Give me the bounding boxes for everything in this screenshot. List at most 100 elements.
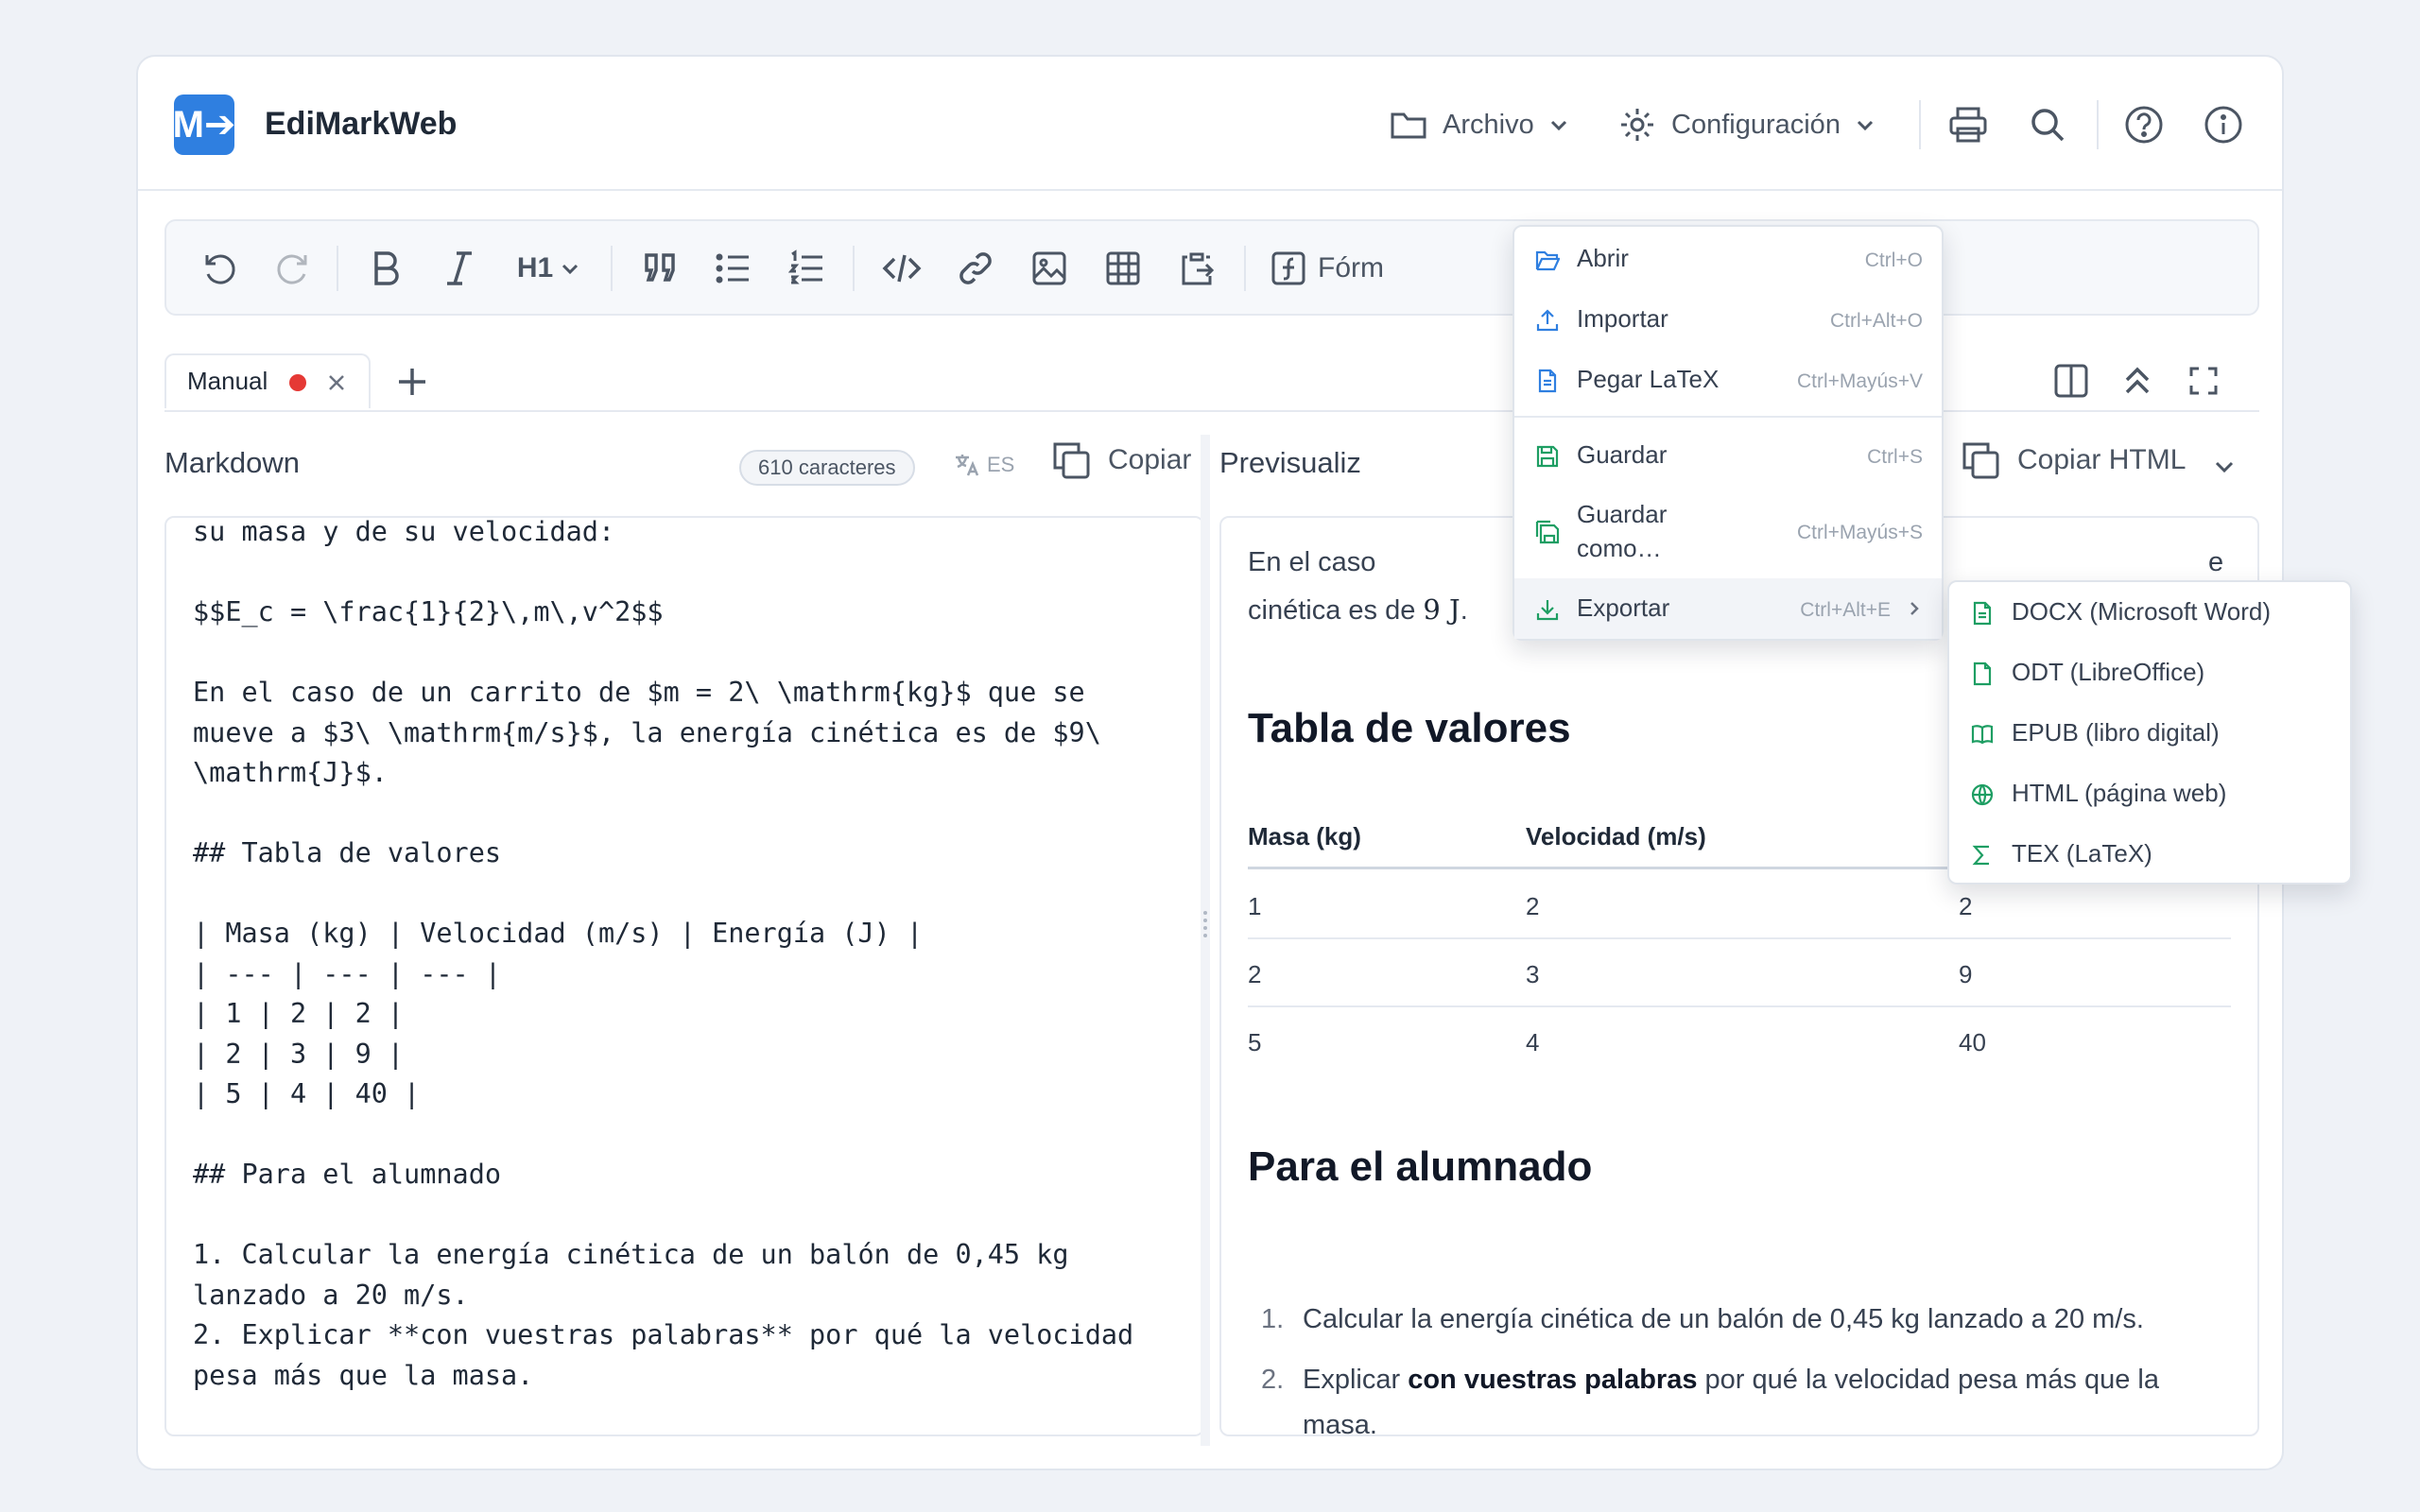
folder-open-icon bbox=[1535, 250, 1560, 271]
export-option-label: ODT (LibreOffice) bbox=[2012, 658, 2205, 686]
table-cell: 2 bbox=[1959, 892, 1973, 920]
language-toggle[interactable]: ES bbox=[953, 452, 1014, 478]
table-button[interactable] bbox=[1098, 244, 1148, 293]
configuracion-menu-button[interactable]: Configuración bbox=[1618, 98, 1875, 151]
menu-item-guardar-como[interactable]: Guardar como… Ctrl+Mayús+S bbox=[1514, 486, 1942, 576]
menu-item-label: Importar bbox=[1577, 304, 1668, 333]
quote-button[interactable] bbox=[635, 244, 684, 293]
undo-button[interactable] bbox=[195, 244, 244, 293]
list-item: 2. Explicar con vuestras palabras por qu… bbox=[1248, 1357, 2231, 1435]
help-icon bbox=[2125, 106, 2163, 144]
table-row: 5 4 40 bbox=[1248, 1007, 2231, 1075]
fullscreen-icon[interactable] bbox=[2189, 367, 2218, 395]
paste-special-button[interactable] bbox=[1172, 244, 1221, 293]
split-view-icon[interactable] bbox=[2053, 363, 2089, 399]
preview-intro-line1-tail: e bbox=[2208, 547, 2224, 577]
globe-icon bbox=[1971, 783, 1994, 806]
app-window: M➔ EdiMarkWeb Archivo Configuración H1 F… bbox=[136, 55, 2352, 1470]
download-icon bbox=[1536, 600, 1559, 621]
menu-item-importar[interactable]: Importar Ctrl+Alt+O bbox=[1514, 289, 1942, 350]
italic-button[interactable] bbox=[435, 244, 484, 293]
menu-item-label: Abrir bbox=[1577, 244, 1629, 272]
search-button[interactable] bbox=[2023, 100, 2072, 149]
export-tex[interactable]: TEX (LaTeX) bbox=[1949, 824, 2350, 885]
chevron-down-icon[interactable] bbox=[2214, 459, 2235, 474]
menu-item-shortcut: Ctrl+O bbox=[1864, 249, 1923, 271]
heading-dropdown[interactable]: H1 bbox=[510, 244, 586, 293]
save-as-icon bbox=[1535, 520, 1560, 544]
character-count-badge: 610 caracteres bbox=[739, 450, 915, 486]
markdown-text[interactable]: su masa y de su velocidad: $$E_c = \frac… bbox=[193, 518, 1146, 1396]
copy-icon bbox=[1053, 442, 1090, 479]
copy-html-button[interactable]: Copiar HTML bbox=[1961, 440, 2186, 480]
numbered-list-icon bbox=[788, 249, 822, 284]
preview-heading-students: Para el alumnado bbox=[1248, 1143, 1593, 1190]
bullet-list-button[interactable] bbox=[709, 244, 758, 293]
copy-icon bbox=[1962, 442, 1999, 479]
preview-math: 9 J bbox=[1423, 593, 1461, 626]
folder-icon bbox=[1391, 112, 1426, 139]
table-header-cell: Masa (kg) bbox=[1248, 822, 1361, 850]
chevron-right-icon bbox=[1910, 602, 1919, 615]
code-button[interactable] bbox=[877, 244, 926, 293]
menu-item-label: Exportar bbox=[1577, 593, 1670, 622]
export-html[interactable]: HTML (página web) bbox=[1949, 764, 2350, 824]
table-cell: 9 bbox=[1959, 960, 1973, 988]
table-header-cell: Velocidad (m/s) bbox=[1526, 822, 1706, 850]
print-button[interactable] bbox=[1944, 100, 1993, 149]
copy-markdown-button[interactable]: Copiar bbox=[1051, 440, 1191, 480]
preview-ordered-list: 1. Calcular la energía cinética de un ba… bbox=[1248, 1297, 2231, 1435]
pane-splitter[interactable] bbox=[1201, 435, 1210, 1446]
info-button[interactable] bbox=[2199, 100, 2248, 149]
menu-item-shortcut: Ctrl+Alt+O bbox=[1829, 310, 1923, 332]
markdown-editor[interactable]: su masa y de su velocidad: $$E_c = \frac… bbox=[164, 516, 1204, 1436]
export-odt[interactable]: ODT (LibreOffice) bbox=[1949, 643, 2350, 703]
markdown-pane-title: Markdown bbox=[164, 446, 300, 479]
table-cell: 40 bbox=[1959, 1028, 1986, 1057]
export-epub[interactable]: EPUB (libro digital) bbox=[1949, 703, 2350, 764]
bold-button[interactable] bbox=[361, 244, 410, 293]
menu-item-guardar[interactable]: Guardar Ctrl+S bbox=[1514, 425, 1942, 486]
link-button[interactable] bbox=[951, 244, 1000, 293]
document-tabs: Manual bbox=[164, 353, 2259, 412]
menu-item-exportar[interactable]: Exportar Ctrl+Alt+E bbox=[1514, 578, 1942, 639]
archivo-menu-button[interactable]: Archivo bbox=[1390, 98, 1568, 151]
archivo-label: Archivo bbox=[1443, 109, 1534, 140]
drag-handle-icon bbox=[1203, 911, 1207, 937]
export-docx[interactable]: DOCX (Microsoft Word) bbox=[1949, 582, 2350, 643]
image-button[interactable] bbox=[1025, 244, 1074, 293]
numbered-list-button[interactable] bbox=[783, 244, 832, 293]
export-option-label: EPUB (libro digital) bbox=[2012, 718, 2220, 747]
chevron-down-icon bbox=[1857, 120, 1874, 131]
preview-heading-table: Tabla de valores bbox=[1248, 705, 1571, 751]
redo-icon bbox=[277, 254, 307, 284]
app-title: EdiMarkWeb bbox=[265, 106, 458, 142]
menu-item-shortcut: Ctrl+S bbox=[1867, 446, 1923, 468]
add-tab-icon[interactable] bbox=[397, 367, 427, 397]
translate-icon bbox=[956, 455, 979, 476]
menu-item-shortcut: Ctrl+Alt+E bbox=[1800, 599, 1891, 621]
list-number: 2. bbox=[1261, 1365, 1285, 1395]
close-icon[interactable] bbox=[327, 373, 346, 392]
table-icon bbox=[1106, 251, 1140, 285]
save-icon bbox=[1536, 445, 1559, 468]
formula-button[interactable]: Fórm bbox=[1270, 244, 1384, 293]
topbar-divider bbox=[1919, 100, 1921, 149]
tab-manual[interactable]: Manual bbox=[164, 353, 371, 408]
formula-label: Fórm bbox=[1318, 252, 1384, 284]
info-icon bbox=[2204, 106, 2242, 144]
language-label: ES bbox=[987, 453, 1015, 476]
sigma-icon bbox=[1972, 845, 1989, 866]
table-cell: 2 bbox=[1248, 960, 1262, 988]
help-button[interactable] bbox=[2119, 100, 2169, 149]
configuracion-label: Configuración bbox=[1671, 109, 1841, 140]
export-submenu: DOCX (Microsoft Word) ODT (LibreOffice) … bbox=[1947, 580, 2352, 885]
preview-intro-line2: cinética es de bbox=[1248, 595, 1424, 626]
menu-item-pegar-latex[interactable]: Pegar LaTeX Ctrl+Mayús+V bbox=[1514, 350, 1942, 410]
quote-icon bbox=[645, 253, 675, 282]
redo-button[interactable] bbox=[268, 244, 318, 293]
file-icon bbox=[1973, 662, 1992, 686]
menu-item-abrir[interactable]: Abrir Ctrl+O bbox=[1514, 229, 1942, 289]
document-icon bbox=[1538, 369, 1557, 393]
collapse-up-icon[interactable] bbox=[2121, 363, 2153, 399]
